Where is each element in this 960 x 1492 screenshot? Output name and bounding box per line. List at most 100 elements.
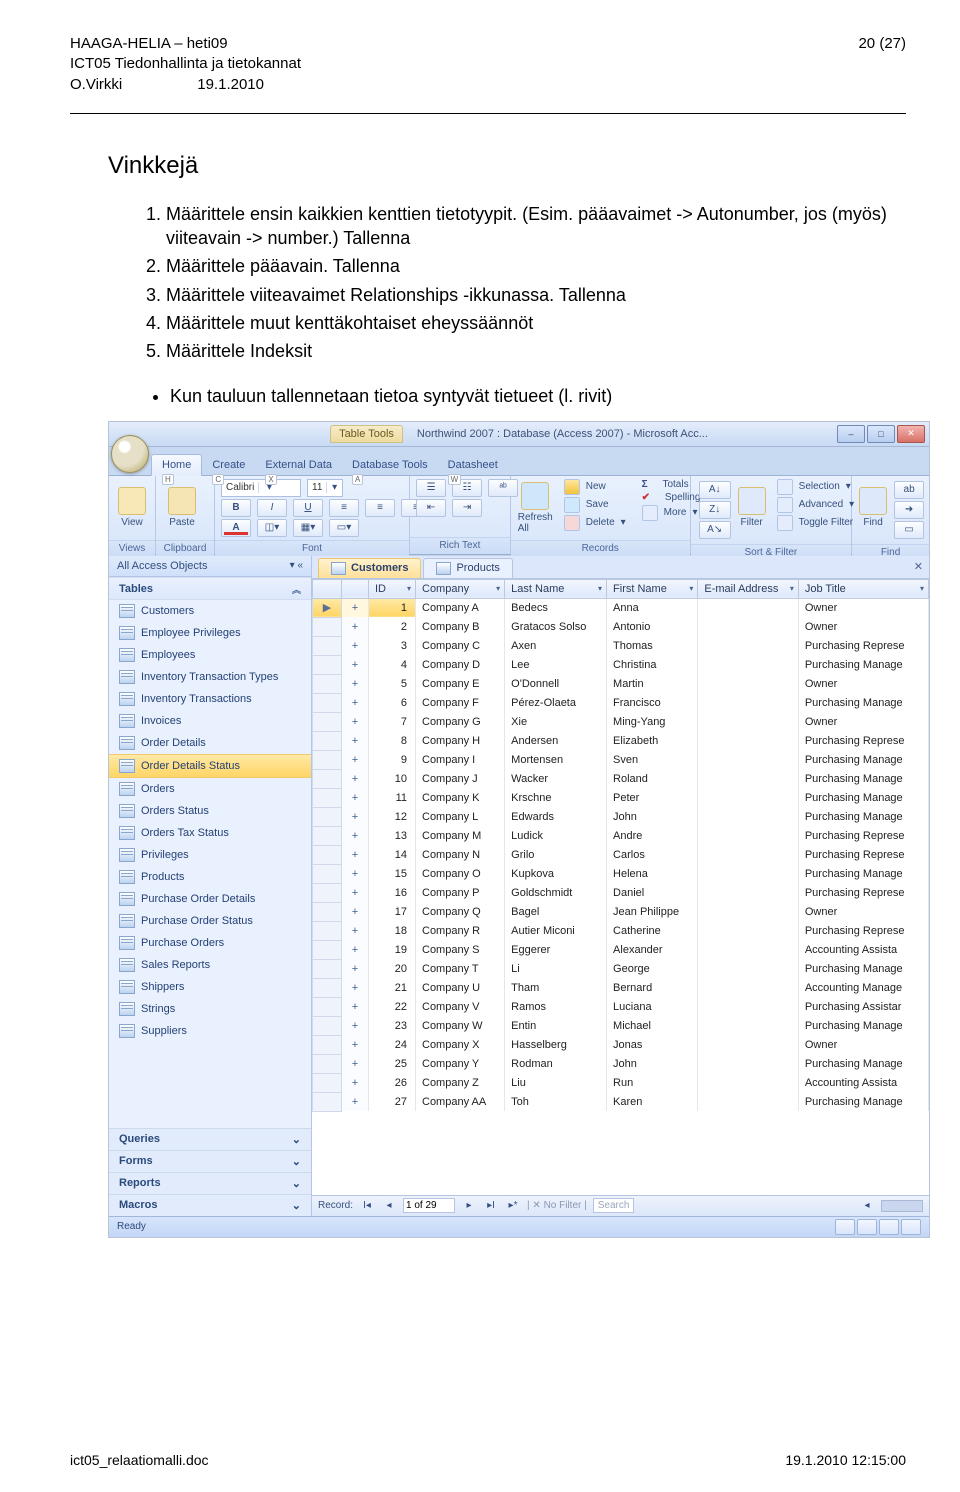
cell[interactable]: Purchasing Represe xyxy=(798,921,928,940)
expand-button[interactable]: + xyxy=(342,1073,369,1092)
expand-button[interactable]: + xyxy=(342,845,369,864)
table-row[interactable]: +3Company CAxenThomasPurchasing Represe xyxy=(313,636,929,655)
row-selector[interactable] xyxy=(313,940,342,959)
nav-group-macros[interactable]: Macros⌄ xyxy=(109,1194,311,1216)
cell[interactable]: Purchasing Represe xyxy=(798,826,928,845)
cell[interactable]: Company Q xyxy=(416,902,505,921)
cell[interactable]: Daniel xyxy=(607,883,698,902)
cell[interactable]: Jonas xyxy=(607,1035,698,1054)
chevron-left-icon[interactable]: ▾ « xyxy=(290,560,303,571)
table-row[interactable]: +26Company ZLiuRunAccounting Assista xyxy=(313,1073,929,1092)
cell[interactable]: Company R xyxy=(416,921,505,940)
cell[interactable] xyxy=(698,1092,798,1111)
cell[interactable]: Company U xyxy=(416,978,505,997)
cell[interactable]: Purchasing Manage xyxy=(798,693,928,712)
ribbon-tab-home[interactable]: HomeH xyxy=(151,454,202,476)
new-record-button[interactable]: New xyxy=(564,479,626,495)
expand-button[interactable]: + xyxy=(342,674,369,693)
table-row[interactable]: +27Company AATohKarenPurchasing Manage xyxy=(313,1092,929,1111)
row-selector[interactable] xyxy=(313,617,342,636)
expand-button[interactable]: + xyxy=(342,883,369,902)
cell[interactable]: Purchasing Manage xyxy=(798,1054,928,1073)
cell[interactable]: Purchasing Represe xyxy=(798,636,928,655)
row-selector[interactable] xyxy=(313,788,342,807)
cell[interactable]: Gratacos Solso xyxy=(505,617,607,636)
filter-button[interactable]: Filter xyxy=(737,479,767,537)
nav-item-order-details[interactable]: Order Details xyxy=(109,732,311,754)
cell[interactable]: Owner xyxy=(798,902,928,921)
cell[interactable]: Purchasing Manage xyxy=(798,788,928,807)
cell[interactable] xyxy=(698,826,798,845)
cell[interactable]: Xie xyxy=(505,712,607,731)
cell[interactable]: Purchasing Represe xyxy=(798,883,928,902)
cell[interactable]: 6 xyxy=(369,693,416,712)
gridlines-button[interactable]: ▦▾ xyxy=(293,519,323,537)
col-header-id[interactable]: ID▾ xyxy=(369,579,416,598)
table-row[interactable]: +23Company WEntinMichaelPurchasing Manag… xyxy=(313,1016,929,1035)
cell[interactable] xyxy=(698,959,798,978)
cell[interactable]: Toh xyxy=(505,1092,607,1111)
cell[interactable]: Company G xyxy=(416,712,505,731)
dropdown-icon[interactable]: ▾ xyxy=(407,584,411,593)
expand-button[interactable]: + xyxy=(342,788,369,807)
cell[interactable]: Francisco xyxy=(607,693,698,712)
nav-item-employees[interactable]: Employees xyxy=(109,644,311,666)
cell[interactable]: Company I xyxy=(416,750,505,769)
dropdown-icon[interactable]: ▾ xyxy=(598,584,602,593)
cell[interactable]: Company P xyxy=(416,883,505,902)
select-button[interactable]: ▭ xyxy=(894,521,924,539)
align-center-button[interactable]: ≡ xyxy=(365,499,395,517)
table-row[interactable]: +13Company MLudickAndrePurchasing Repres… xyxy=(313,826,929,845)
nav-item-strings[interactable]: Strings xyxy=(109,998,311,1020)
expand-button[interactable]: + xyxy=(342,826,369,845)
goto-button[interactable]: ➜ xyxy=(894,501,924,519)
record-position-input[interactable] xyxy=(403,1198,455,1213)
clear-sort-button[interactable]: A↘ xyxy=(699,521,731,539)
cell[interactable] xyxy=(698,1016,798,1035)
cell[interactable] xyxy=(698,1054,798,1073)
cell[interactable] xyxy=(698,864,798,883)
view-pivottable-icon[interactable] xyxy=(857,1219,877,1235)
nav-item-sales-reports[interactable]: Sales Reports xyxy=(109,954,311,976)
cell[interactable]: Company V xyxy=(416,997,505,1016)
cell[interactable]: Sven xyxy=(607,750,698,769)
cell[interactable]: Lee xyxy=(505,655,607,674)
cell[interactable] xyxy=(698,731,798,750)
cell[interactable]: Helena xyxy=(607,864,698,883)
row-selector[interactable] xyxy=(313,769,342,788)
maximize-button[interactable]: □ xyxy=(867,425,895,443)
cell[interactable]: 14 xyxy=(369,845,416,864)
font-family-combo[interactable]: Calibri▾ xyxy=(221,479,301,497)
cell[interactable]: 17 xyxy=(369,902,416,921)
row-selector[interactable] xyxy=(313,1016,342,1035)
cell[interactable] xyxy=(698,883,798,902)
row-selector[interactable] xyxy=(313,921,342,940)
cell[interactable] xyxy=(698,769,798,788)
cell[interactable]: Company T xyxy=(416,959,505,978)
cell[interactable]: Entin xyxy=(505,1016,607,1035)
nav-item-customers[interactable]: Customers xyxy=(109,600,311,622)
cell[interactable]: Antonio xyxy=(607,617,698,636)
hscroll-left[interactable]: ◂ xyxy=(859,1200,875,1211)
cell[interactable]: 3 xyxy=(369,636,416,655)
cell[interactable]: John xyxy=(607,1054,698,1073)
save-record-button[interactable]: Save xyxy=(564,497,626,513)
row-selector[interactable] xyxy=(313,997,342,1016)
close-tab-button[interactable]: ✕ xyxy=(914,560,923,573)
cell[interactable]: Ming-Yang xyxy=(607,712,698,731)
expand-button[interactable]: + xyxy=(342,807,369,826)
ribbon-tab-datasheet[interactable]: DatasheetW xyxy=(438,455,508,475)
cell[interactable] xyxy=(698,978,798,997)
expand-button[interactable]: + xyxy=(342,1092,369,1111)
cell[interactable]: Company S xyxy=(416,940,505,959)
cell[interactable]: 24 xyxy=(369,1035,416,1054)
underline-button[interactable]: U xyxy=(293,499,323,517)
cell[interactable]: 16 xyxy=(369,883,416,902)
view-datasheet-icon[interactable] xyxy=(835,1219,855,1235)
col-header-first-name[interactable]: First Name▾ xyxy=(607,579,698,598)
row-selector[interactable]: ▶ xyxy=(313,598,342,617)
cell[interactable]: Company A xyxy=(416,598,505,617)
table-row[interactable]: +7Company GXieMing-YangOwner xyxy=(313,712,929,731)
cell[interactable]: Alexander xyxy=(607,940,698,959)
table-row[interactable]: ▶+1Company ABedecsAnnaOwner xyxy=(313,598,929,617)
